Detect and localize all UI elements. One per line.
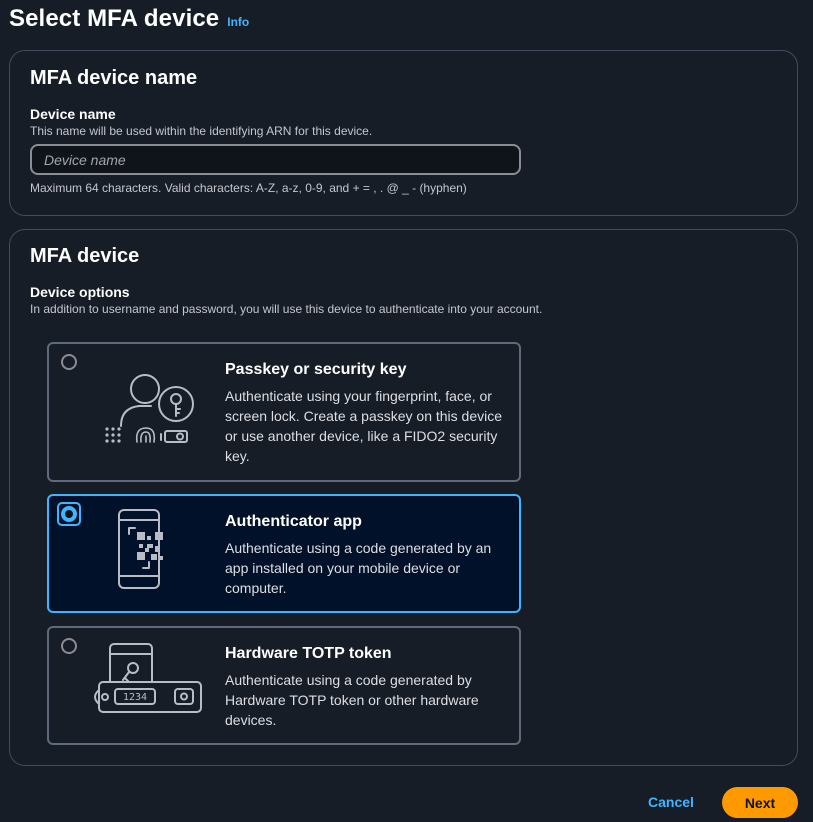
- panel-title: MFA device: [30, 245, 140, 267]
- option-authenticator-app[interactable]: Authenticator app Authenticate using a c…: [47, 494, 521, 613]
- radio-hardware-totp-token[interactable]: [61, 638, 77, 654]
- radio-authenticator-app[interactable]: [61, 506, 77, 522]
- device-name-label: Device name: [30, 106, 116, 122]
- device-name-input[interactable]: [30, 144, 521, 175]
- mfa-device-name-panel: MFA device name Device name This name wi…: [9, 50, 798, 216]
- device-name-constraint: Maximum 64 characters. Valid characters:…: [30, 181, 467, 195]
- passkey-icon: [105, 374, 194, 443]
- next-button[interactable]: Next: [722, 787, 798, 818]
- svg-text:1234: 1234: [123, 692, 147, 703]
- option-title: Hardware TOTP token: [225, 645, 392, 662]
- device-options-description: In addition to username and password, yo…: [30, 302, 543, 316]
- option-description: Authenticate using your fingerprint, fac…: [225, 388, 503, 464]
- option-hardware-totp-token[interactable]: 1234 Hardware TOTP token Authenticate us…: [47, 626, 521, 745]
- radio-passkey[interactable]: [61, 354, 77, 370]
- panel-title: MFA device name: [30, 67, 198, 89]
- device-name-description: This name will be used within the identi…: [30, 124, 373, 138]
- authenticator-app-icon: [118, 509, 163, 589]
- cancel-button[interactable]: Cancel: [630, 787, 712, 817]
- option-title: Passkey or security key: [225, 361, 407, 378]
- option-title: Authenticator app: [225, 513, 362, 530]
- option-passkey[interactable]: Passkey or security key Authenticate usi…: [47, 342, 521, 482]
- page-header: Select MFA device Info: [9, 5, 249, 33]
- mfa-device-panel: MFA device Device options In addition to…: [9, 229, 798, 766]
- hardware-token-icon: 1234: [94, 643, 202, 713]
- device-options-label: Device options: [30, 284, 130, 300]
- page-title: Select MFA device: [9, 5, 220, 32]
- option-description: Authenticate using a code generated by H…: [225, 672, 479, 728]
- option-description: Authenticate using a code generated by a…: [225, 540, 492, 596]
- info-link[interactable]: Info: [227, 15, 249, 29]
